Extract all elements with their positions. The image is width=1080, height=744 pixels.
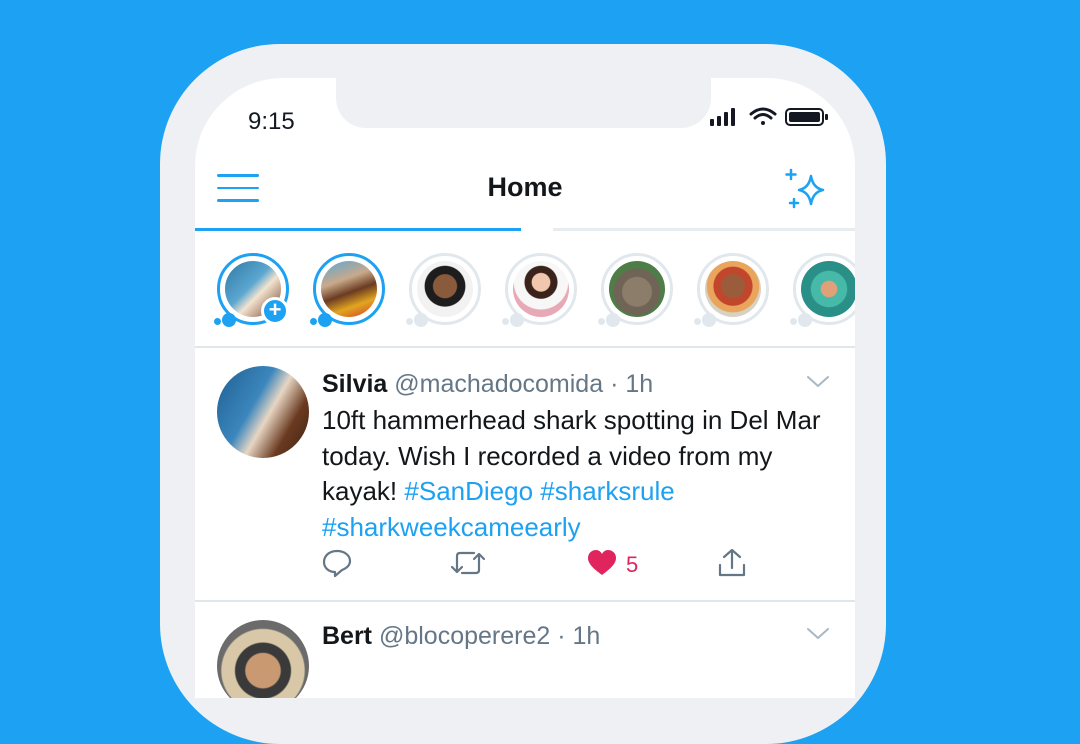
page-title: Home (487, 172, 563, 202)
retweet-icon[interactable] (450, 546, 486, 580)
wifi-icon (749, 107, 777, 125)
battery-icon (785, 108, 828, 126)
fleets-row: + (195, 231, 855, 347)
tweet-text: 10ft hammerhead shark spotting in Del Ma… (322, 403, 842, 545)
tweet-author-handle[interactable]: @machadocomida (394, 370, 603, 398)
tweet-header: Bert @blocoperere2 · 1h (322, 622, 600, 651)
fleet-avatar[interactable] (598, 253, 673, 327)
heart-icon[interactable] (586, 546, 618, 580)
fleet-avatar[interactable] (790, 253, 855, 327)
tweet-author-name[interactable]: Silvia (322, 370, 387, 398)
chevron-down-icon[interactable] (805, 374, 831, 390)
phone-screen: 9:15 Home + Silvia @machadocomida · 1h 1… (195, 78, 855, 698)
fleet-avatar[interactable] (406, 253, 481, 327)
hashtag-link[interactable]: #sharksrule (540, 476, 674, 506)
reply-icon[interactable] (322, 546, 352, 580)
avatar[interactable] (217, 366, 309, 458)
like-count: 5 (626, 552, 639, 577)
share-icon[interactable] (716, 546, 748, 580)
fleet-avatar[interactable] (310, 253, 385, 327)
hashtag-link[interactable]: #SanDiego (404, 476, 533, 506)
fleet-avatar[interactable] (694, 253, 769, 327)
fleet-your-avatar[interactable]: + (214, 253, 289, 327)
tweet-actions: 5 (322, 546, 842, 582)
status-icons (710, 107, 828, 126)
signal-icon (710, 108, 735, 126)
tweet-timestamp: · 1h (610, 370, 654, 398)
notch (336, 78, 711, 128)
sparkle-icon[interactable] (785, 166, 833, 212)
avatar[interactable] (217, 620, 309, 698)
add-fleet-icon[interactable]: + (261, 297, 289, 325)
status-time: 9:15 (248, 108, 295, 135)
fleet-avatar[interactable] (502, 253, 577, 327)
tweet[interactable]: Bert @blocoperere2 · 1h (195, 602, 855, 698)
tweet-header: Silvia @machadocomida · 1h (322, 370, 653, 399)
chevron-down-icon[interactable] (805, 626, 831, 642)
tweet[interactable]: Silvia @machadocomida · 1h 10ft hammerhe… (195, 348, 855, 600)
hashtag-link[interactable]: #sharkweekcameearly (322, 512, 581, 542)
